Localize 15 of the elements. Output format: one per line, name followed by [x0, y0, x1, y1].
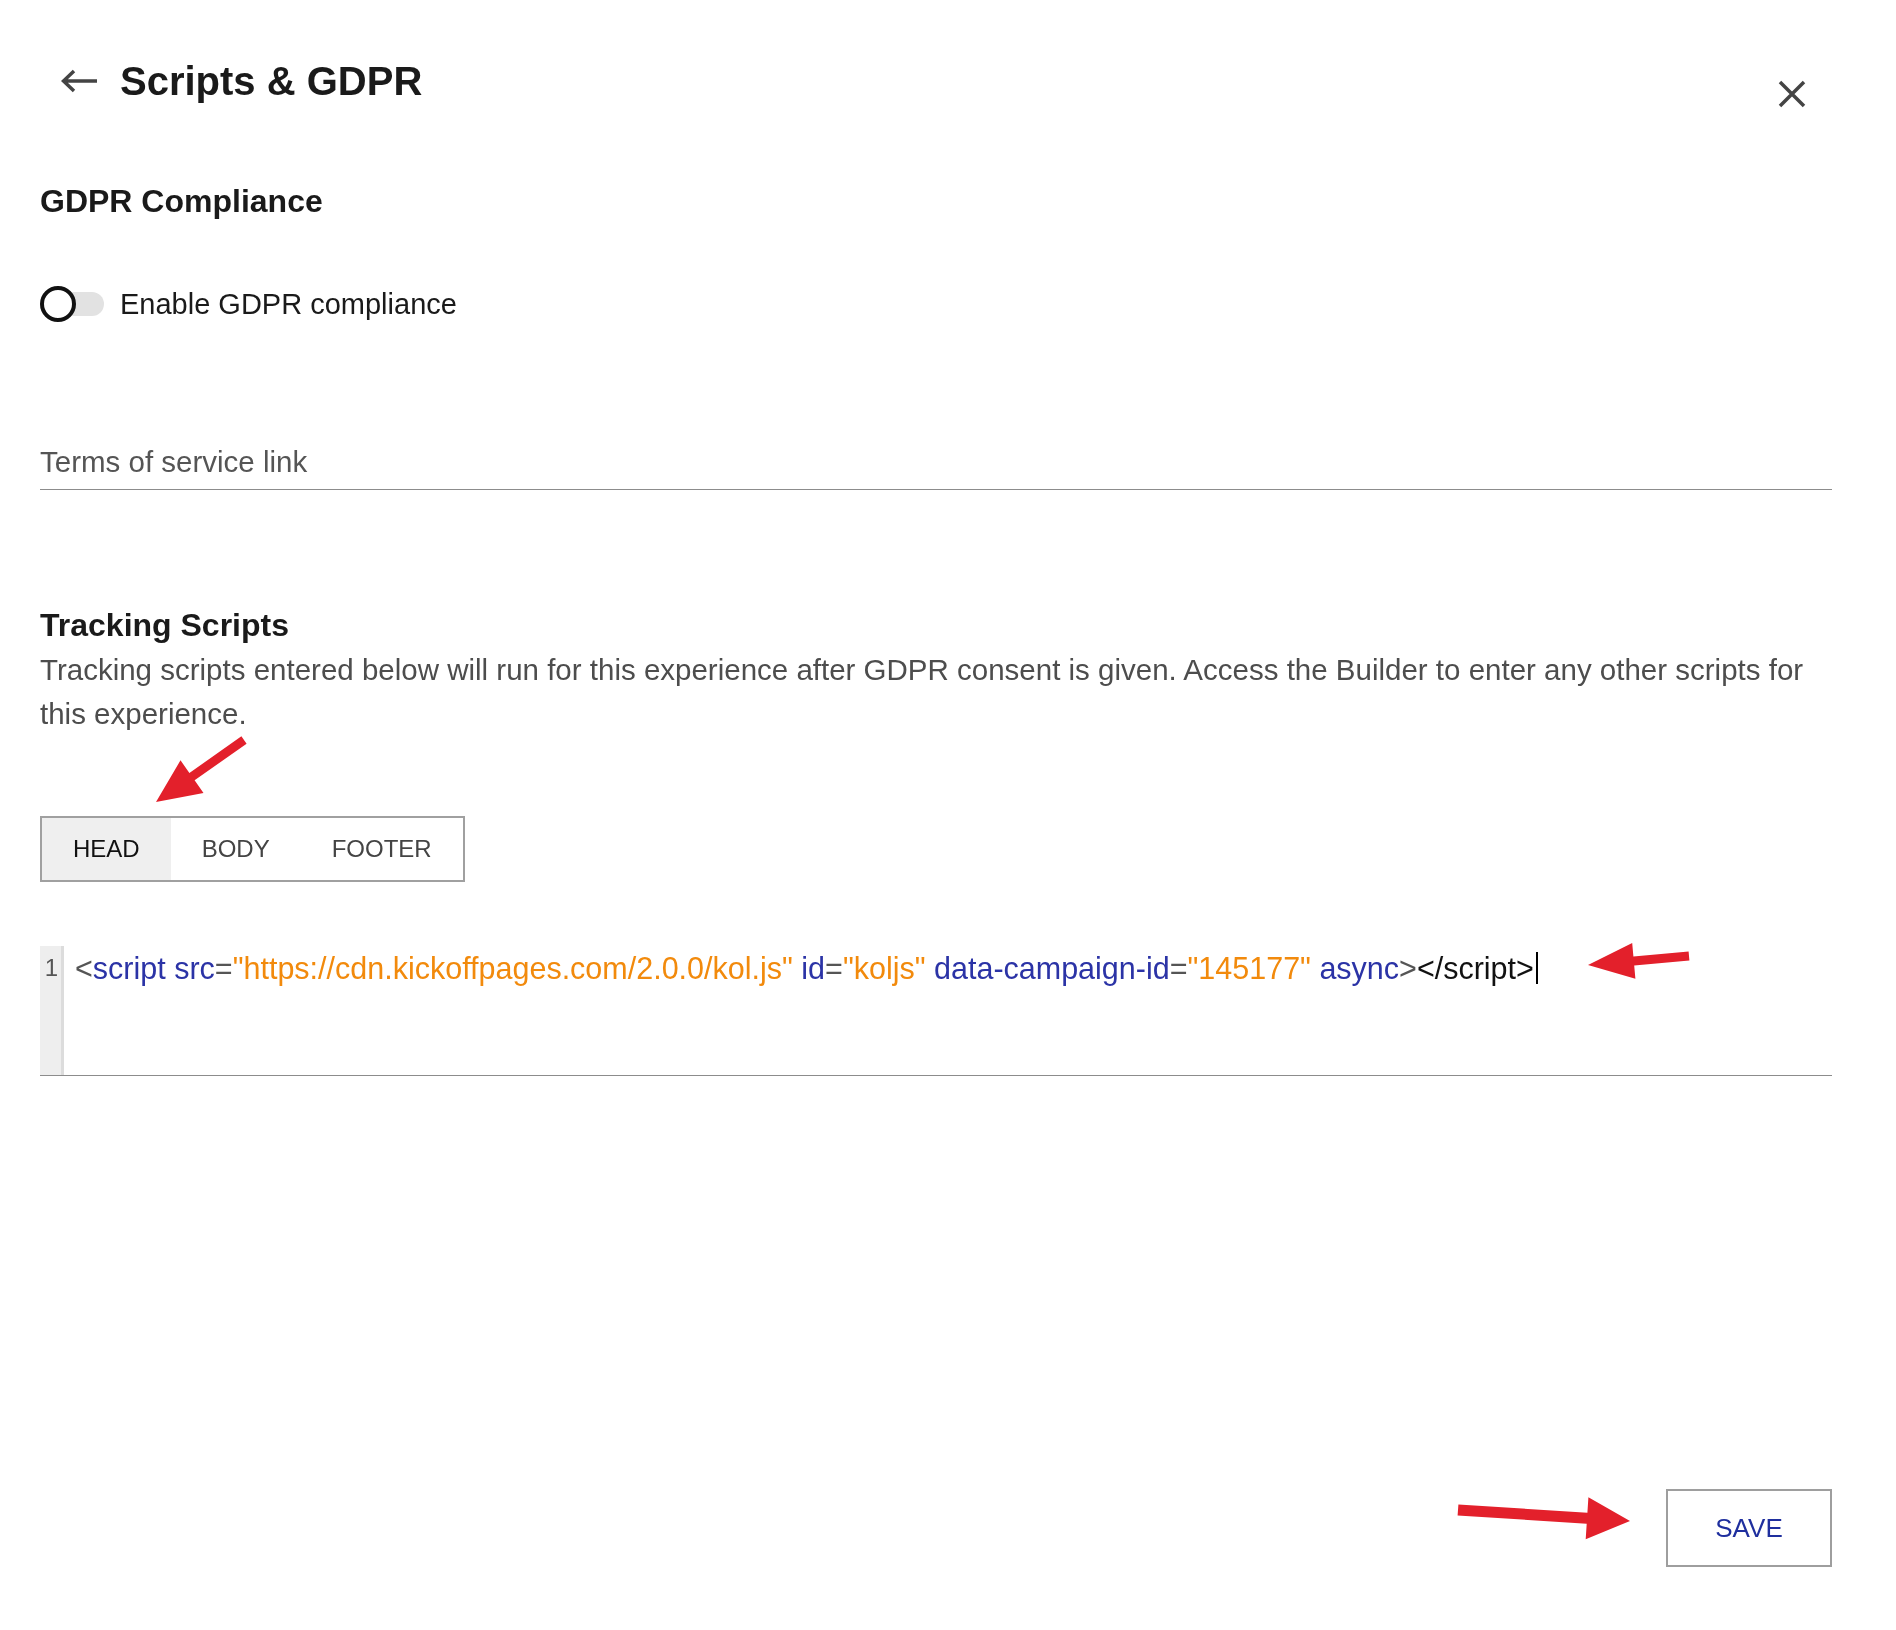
section-heading: GDPR Compliance: [40, 182, 323, 221]
tab[interactable]: HEAD: [42, 818, 171, 880]
page-title: Scripts & GDPR: [120, 58, 423, 105]
close-button[interactable]: [1778, 80, 1806, 108]
save-button[interactable]: SAVE: [1666, 1489, 1832, 1567]
back-button[interactable]: [61, 69, 98, 93]
section-heading: Tracking Scripts: [40, 606, 289, 645]
back-arrow-icon: [61, 69, 98, 93]
line-number: 1: [44, 953, 59, 983]
section-description: Tracking scripts entered below will run for this experience after GDPR consent is given. Access the Builder to enter any other scripts for this experience.: [40, 652, 1805, 732]
toggle-label: Enable GDPR compliance: [120, 287, 457, 322]
terms-of-service-field[interactable]: Terms of service link: [40, 434, 1832, 490]
code-line: <script src="https://cdn.kickoffpages.com/2.0.0/kol.js" id="koljs" data-campaign-id="145177" async></script>: [75, 950, 1534, 988]
gdpr-toggle[interactable]: [40, 286, 104, 322]
close-icon: [1778, 80, 1806, 108]
